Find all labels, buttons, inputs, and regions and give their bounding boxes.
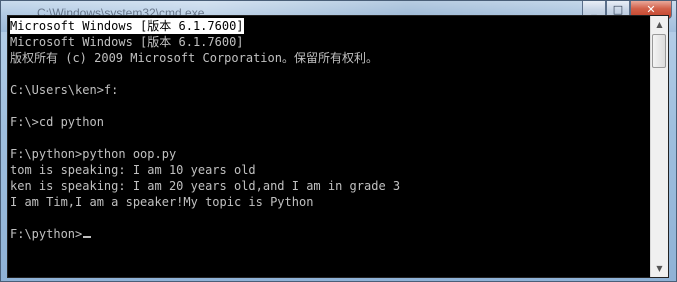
console-header-line: Microsoft Windows [版本 6.1.7600]	[10, 18, 244, 34]
console-line: I am Tim,I am a speaker!My topic is Pyth…	[10, 195, 314, 209]
vertical-scrollbar[interactable]: ▲ ▼	[650, 16, 668, 277]
console-line: C:\Users\ken>f:	[10, 83, 119, 97]
console-line: Microsoft Windows [版本 6.1.7600]	[10, 35, 244, 49]
console-line: 版权所有 (c) 2009 Microsoft Corporation。保留所有…	[10, 51, 378, 65]
text-cursor	[83, 236, 92, 238]
scroll-up-icon: ▲	[656, 20, 663, 29]
cmd-window: C:\Windows\system32\cmd.exe _ □ ✕ Micros…	[0, 0, 677, 282]
scroll-down-icon: ▼	[656, 264, 663, 273]
scroll-thumb[interactable]	[652, 34, 666, 68]
console-line: ken is speaking: I am 20 years old,and I…	[10, 179, 401, 193]
console-prompt-line[interactable]: F:\python>	[10, 226, 650, 242]
console-client-area[interactable]: Microsoft Windows [版本 6.1.7600] Microsof…	[7, 15, 669, 278]
scroll-down-button[interactable]: ▼	[651, 260, 668, 277]
console-line: F:\>cd python	[10, 115, 104, 129]
scroll-up-button[interactable]: ▲	[651, 16, 668, 33]
console-output[interactable]: Microsoft Windows [版本 6.1.7600] Microsof…	[10, 18, 650, 276]
console-prompt: F:\python>	[10, 227, 83, 241]
console-line: F:\python>python oop.py	[10, 147, 177, 161]
console-line: tom is speaking: I am 10 years old	[10, 163, 256, 177]
